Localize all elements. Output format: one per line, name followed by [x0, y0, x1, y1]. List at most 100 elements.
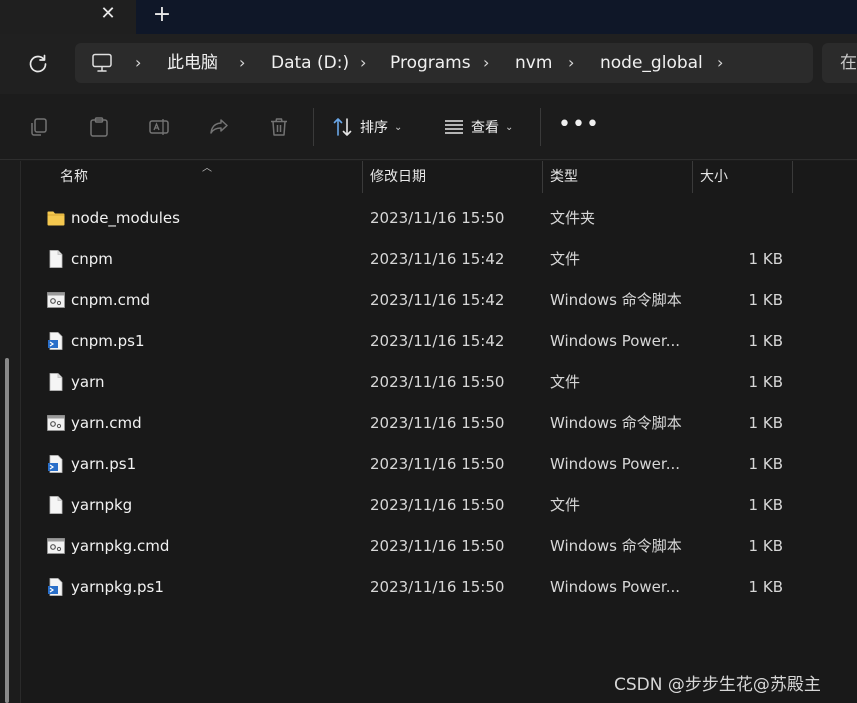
file-name: cnpm.ps1 [71, 332, 145, 350]
file-size: 1 KB [748, 414, 783, 432]
view-icon [445, 120, 463, 134]
file-row[interactable]: cnpm 2023/11/16 15:42 文件 1 KB [22, 239, 822, 280]
file-row[interactable]: yarnpkg.cmd 2023/11/16 15:50 Windows 命令脚本 1… [22, 526, 822, 567]
file-name: yarn [71, 373, 105, 391]
toolbar-divider [540, 108, 541, 146]
sort-label: 排序 [360, 120, 388, 136]
search-input[interactable]: 在 [822, 43, 857, 83]
breadcrumb-chevron[interactable]: › [360, 43, 366, 83]
sort-button[interactable]: 排序 ⌄ [332, 110, 402, 144]
cmd-script-icon [47, 415, 65, 431]
file-type: 文件 [550, 496, 581, 514]
file-type: 文件夹 [550, 209, 596, 227]
breadcrumb-chevron[interactable]: › [717, 43, 723, 83]
file-date-modified: 2023/11/16 15:50 [370, 496, 505, 514]
breadcrumb-chevron[interactable]: › [568, 43, 574, 83]
file-date-modified: 2023/11/16 15:42 [370, 291, 505, 309]
file-name: node_modules [71, 209, 180, 227]
file-type: Windows Power... [550, 455, 681, 473]
delete-icon[interactable] [268, 116, 290, 138]
address-row: › 此电脑 › Data (D:) › Programs › nvm › nod… [0, 34, 857, 94]
file-size: 1 KB [748, 332, 783, 350]
watermark: CSDN @步步生花@苏殿主 [614, 675, 821, 695]
column-divider[interactable] [792, 161, 793, 193]
file-type: 文件 [550, 373, 581, 391]
file-date-modified: 2023/11/16 15:42 [370, 250, 505, 268]
file-row[interactable]: node_modules 2023/11/16 15:50 文件夹 [22, 198, 822, 239]
sort-icon [333, 118, 352, 136]
file-name: yarn.ps1 [71, 455, 137, 473]
file-row[interactable]: yarn 2023/11/16 15:50 文件 1 KB [22, 362, 822, 403]
copy-icon[interactable] [28, 116, 50, 138]
file-size: 1 KB [748, 291, 783, 309]
file-size [682, 198, 783, 239]
file-date-modified: 2023/11/16 15:50 [370, 373, 505, 391]
file-size: 1 KB [748, 250, 783, 268]
column-date-modified[interactable]: 修改日期 [370, 161, 426, 193]
scrollbar[interactable] [5, 358, 9, 703]
file-type: Windows Power... [550, 578, 681, 596]
tab-strip: ✕ + [0, 0, 857, 34]
view-label: 查看 [471, 120, 499, 136]
file-name: cnpm [71, 250, 113, 268]
more-options-button[interactable]: ••• [558, 110, 599, 144]
cmd-script-icon [47, 538, 65, 554]
file-size: 1 KB [748, 537, 783, 555]
column-header: ︿ 名称 修改日期 类型 大小 [22, 161, 857, 195]
breadcrumb-nvm[interactable]: nvm [515, 43, 552, 83]
share-icon[interactable] [208, 116, 230, 138]
breadcrumb-this-pc[interactable]: 此电脑 [167, 43, 218, 83]
refresh-icon[interactable] [26, 52, 50, 76]
powershell-script-icon [48, 332, 63, 350]
new-tab-button[interactable]: + [150, 3, 174, 27]
powershell-script-icon [48, 455, 63, 473]
file-type: Windows 命令脚本 [550, 414, 682, 432]
file-row[interactable]: yarn.ps1 2023/11/16 15:50 Windows Power...… [22, 444, 822, 485]
column-divider[interactable] [692, 161, 693, 193]
close-tab-icon[interactable]: ✕ [98, 3, 118, 25]
file-date-modified: 2023/11/16 15:50 [370, 537, 505, 555]
breadcrumb-node-global[interactable]: node_global [600, 43, 703, 83]
cmd-script-icon [47, 292, 65, 308]
file-type: Windows Power... [550, 332, 681, 350]
column-type[interactable]: 类型 [550, 161, 578, 193]
file-name: yarnpkg.ps1 [71, 578, 164, 596]
file-name: cnpm.cmd [71, 291, 151, 309]
file-icon [49, 250, 63, 268]
file-date-modified: 2023/11/16 15:50 [370, 209, 505, 227]
file-name: yarn.cmd [71, 414, 142, 432]
column-size[interactable]: 大小 [700, 161, 728, 193]
file-row[interactable]: yarnpkg 2023/11/16 15:50 文件 1 KB [22, 485, 822, 526]
file-size: 1 KB [748, 373, 783, 391]
paste-icon[interactable] [88, 116, 110, 138]
column-divider[interactable] [362, 161, 363, 193]
file-name: yarnpkg.cmd [71, 537, 170, 555]
file-type: 文件 [550, 250, 581, 268]
file-size: 1 KB [748, 578, 783, 596]
breadcrumb-chevron[interactable]: › [239, 43, 245, 83]
command-bar: 排序 ⌄ 查看 ⌄ ••• [0, 94, 857, 160]
breadcrumb-programs[interactable]: Programs [390, 43, 471, 83]
breadcrumb-chevron[interactable]: › [483, 43, 489, 83]
breadcrumb-data-drive[interactable]: Data (D:) [271, 43, 349, 83]
file-icon [49, 496, 63, 514]
powershell-script-icon [48, 578, 63, 596]
file-row[interactable]: cnpm.ps1 2023/11/16 15:42 Windows Power...… [22, 321, 822, 362]
file-icon [49, 373, 63, 391]
file-row[interactable]: cnpm.cmd 2023/11/16 15:42 Windows 命令脚本 1 KB [22, 280, 822, 321]
file-row[interactable]: yarn.cmd 2023/11/16 15:50 Windows 命令脚本 1 KB [22, 403, 822, 444]
column-divider[interactable] [542, 161, 543, 193]
file-date-modified: 2023/11/16 15:42 [370, 332, 505, 350]
active-tab[interactable]: ✕ [0, 0, 136, 34]
this-pc-icon[interactable] [91, 53, 113, 73]
file-row[interactable]: yarnpkg.ps1 2023/11/16 15:50 Windows Power… [22, 567, 822, 608]
breadcrumb-chevron[interactable]: › [135, 43, 141, 83]
chevron-down-icon: ⌄ [505, 121, 514, 133]
column-name[interactable]: 名称 [60, 161, 88, 193]
folder-icon [47, 211, 65, 226]
rename-icon[interactable] [148, 116, 170, 138]
address-bar[interactable]: › 此电脑 › Data (D:) › Programs › nvm › nod… [75, 43, 813, 83]
file-type: Windows 命令脚本 [550, 291, 682, 309]
file-type: Windows 命令脚本 [550, 537, 682, 555]
view-button[interactable]: 查看 ⌄ [443, 110, 513, 144]
